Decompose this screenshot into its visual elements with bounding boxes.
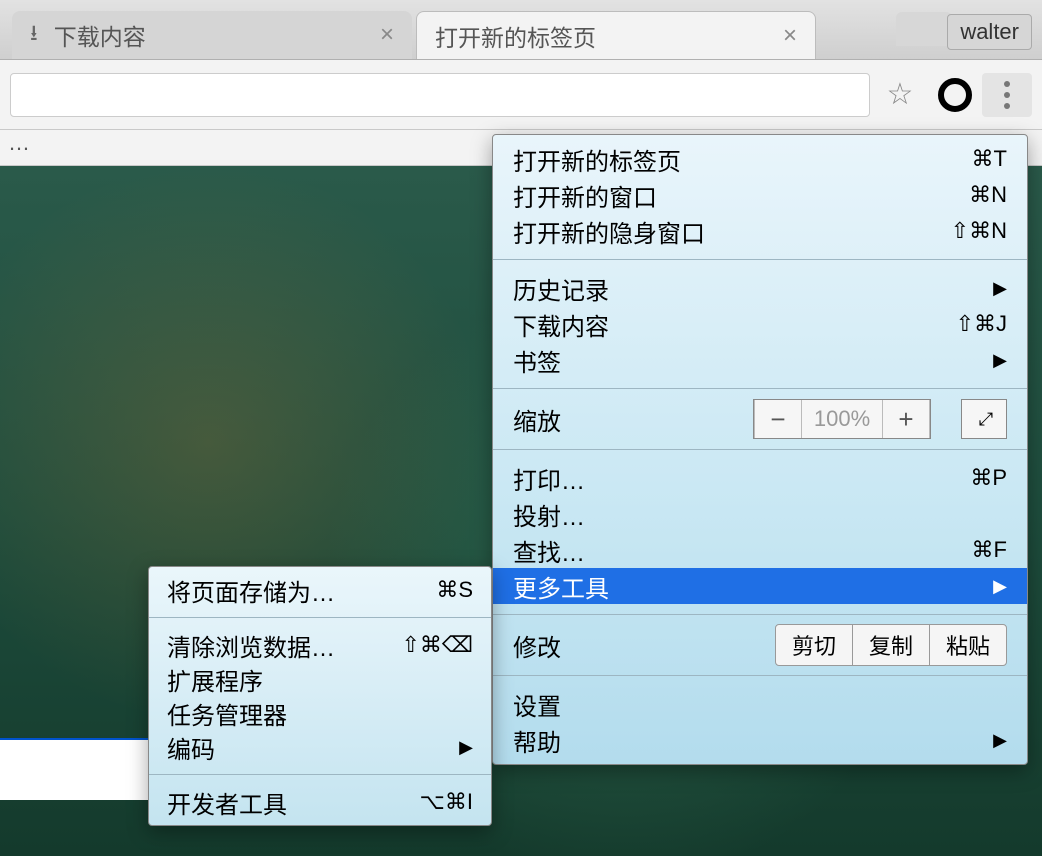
submenu-item-encoding[interactable]: 编码 ▶ [149, 730, 491, 764]
chevron-right-icon: ▶ [459, 737, 473, 758]
menu-item-help[interactable]: 帮助 ▶ [493, 722, 1027, 758]
submenu-item-save-as[interactable]: 将页面存储为… ⌘S [149, 573, 491, 607]
close-icon[interactable]: × [783, 24, 797, 48]
zoom-in-button[interactable]: + [882, 400, 930, 438]
zoom-out-button[interactable]: − [754, 400, 802, 438]
tab-title: 下载内容 [54, 18, 146, 52]
more-tools-submenu: 将页面存储为… ⌘S 清除浏览数据… ⇧⌘⌫ 扩展程序 任务管理器 编码 ▶ 开… [148, 566, 492, 826]
chevron-right-icon: ▶ [993, 576, 1007, 597]
menu-item-cast[interactable]: 投射… [493, 496, 1027, 532]
menu-item-new-tab[interactable]: 打开新的标签页 ⌘T [493, 141, 1027, 177]
paste-button[interactable]: 粘贴 [929, 624, 1007, 666]
main-menu-button[interactable] [982, 73, 1032, 117]
tab-strip: ⭳ 下载内容 × 打开新的标签页 × walter [0, 0, 1042, 60]
zoom-controls: − 100% + [753, 399, 931, 439]
close-icon[interactable]: × [380, 23, 394, 47]
menu-item-more-tools[interactable]: 更多工具 ▶ [493, 568, 1027, 604]
cut-button[interactable]: 剪切 [775, 624, 853, 666]
menu-item-history[interactable]: 历史记录 ▶ [493, 270, 1027, 306]
menu-item-find[interactable]: 查找… ⌘F [493, 532, 1027, 568]
chevron-right-icon: ▶ [993, 350, 1007, 371]
download-icon: ⭳ [30, 16, 38, 54]
toolbar: ☆ [0, 60, 1042, 130]
submenu-item-devtools[interactable]: 开发者工具 ⌥⌘I [149, 785, 491, 819]
menu-item-settings[interactable]: 设置 [493, 686, 1027, 722]
menu-item-bookmarks[interactable]: 书签 ▶ [493, 342, 1027, 378]
extension-icon[interactable] [938, 78, 972, 112]
fullscreen-icon: ⤢ [979, 409, 989, 430]
tab-newtab[interactable]: 打开新的标签页 × [416, 11, 816, 59]
tab-downloads[interactable]: ⭳ 下载内容 × [12, 11, 412, 59]
chevron-right-icon: ▶ [993, 730, 1007, 751]
zoom-percent: 100% [802, 406, 882, 432]
main-menu: 打开新的标签页 ⌘T 打开新的窗口 ⌘N 打开新的隐身窗口 ⇧⌘N 历史记录 ▶… [492, 134, 1028, 765]
chevron-right-icon: ▶ [993, 278, 1007, 299]
submenu-item-clear-data[interactable]: 清除浏览数据… ⇧⌘⌫ [149, 628, 491, 662]
menu-item-edit: 修改 剪切 复制 粘贴 [493, 619, 1027, 671]
shortcut: ⇧⌘⌫ [401, 632, 473, 658]
menu-item-zoom: 缩放 − 100% + ⤢ [493, 393, 1027, 445]
tab-overflow[interactable] [896, 12, 952, 46]
tab-title: 打开新的标签页 [435, 19, 596, 53]
submenu-item-task-manager[interactable]: 任务管理器 [149, 696, 491, 730]
menu-item-downloads[interactable]: 下载内容 ⇧⌘J [493, 306, 1027, 342]
bookmark-star-icon[interactable]: ☆ [880, 77, 920, 112]
menu-item-print[interactable]: 打印… ⌘P [493, 460, 1027, 496]
menu-item-new-window[interactable]: 打开新的窗口 ⌘N [493, 177, 1027, 213]
submenu-item-extensions[interactable]: 扩展程序 [149, 662, 491, 696]
address-bar[interactable] [10, 73, 870, 117]
fullscreen-button[interactable]: ⤢ [961, 399, 1007, 439]
copy-button[interactable]: 复制 [852, 624, 930, 666]
menu-item-new-incognito[interactable]: 打开新的隐身窗口 ⇧⌘N [493, 213, 1027, 249]
user-badge[interactable]: walter [947, 14, 1032, 50]
